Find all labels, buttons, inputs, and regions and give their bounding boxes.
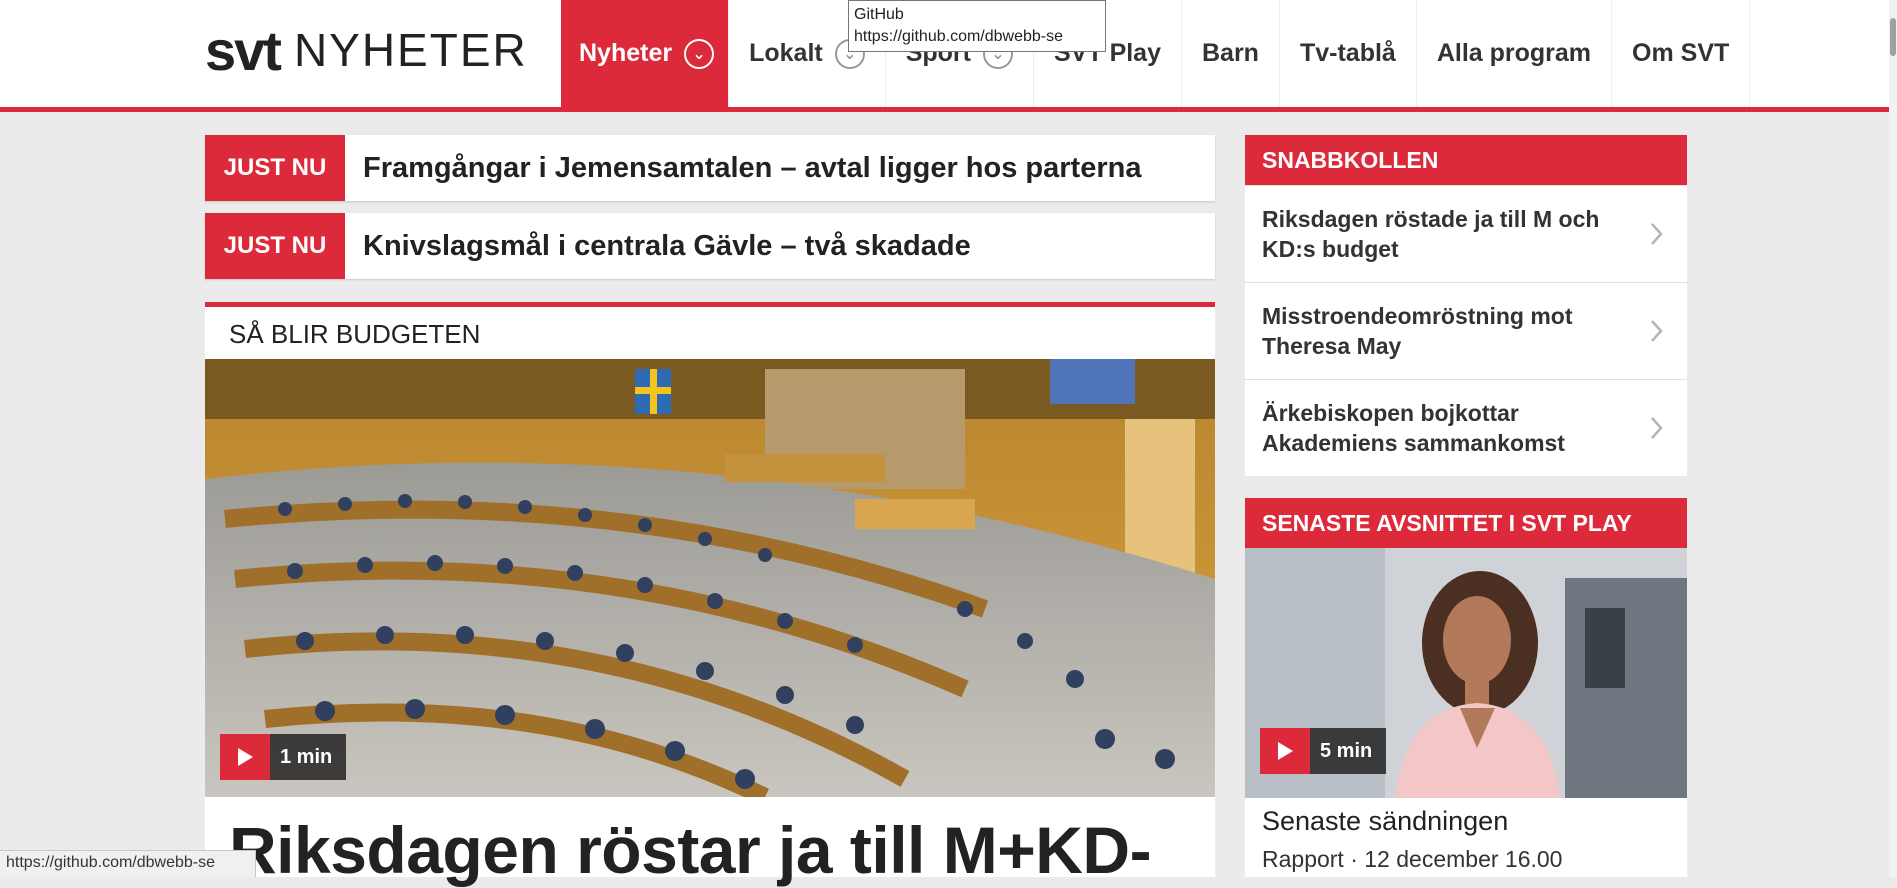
chevron-right-icon bbox=[1651, 223, 1663, 245]
snabbkollen-item-label: Riksdagen röstade ja till M och KD:s bud… bbox=[1262, 206, 1600, 262]
logo-section: NYHETER bbox=[293, 24, 528, 76]
article-kicker: SÅ BLIR BUDGETEN bbox=[229, 319, 481, 349]
feature-article[interactable]: SÅ BLIR BUDGETEN 1 min Riksdagen röstar … bbox=[205, 302, 1215, 887]
svt-play-heading: SENASTE AVSNITTET I SVT PLAY bbox=[1245, 498, 1687, 548]
nav-item-barn[interactable]: Barn bbox=[1182, 0, 1280, 107]
video-duration-badge[interactable]: 1 min bbox=[220, 734, 347, 780]
play-icon[interactable] bbox=[220, 734, 270, 780]
nav-label: Nyheter bbox=[579, 39, 673, 67]
video-duration: 5 min bbox=[1320, 739, 1373, 762]
chevron-right-icon bbox=[1651, 417, 1663, 439]
tooltip-title: GitHub bbox=[854, 6, 904, 23]
chevron-right-icon bbox=[1651, 320, 1663, 342]
snabbkollen-item[interactable]: Riksdagen röstade ja till M och KD:s bud… bbox=[1245, 185, 1687, 282]
svt-nyheter-logo[interactable]: svt NYHETER bbox=[205, 18, 528, 82]
snabbkollen-item-label: Misstroendeomröstning mot Theresa May bbox=[1262, 303, 1573, 359]
scrollbar-thumb[interactable] bbox=[1890, 18, 1896, 56]
snabbkollen-item[interactable]: Misstroendeomröstning mot Theresa May bbox=[1245, 282, 1687, 379]
logo-brand: svt bbox=[205, 18, 282, 82]
nav-label: Barn bbox=[1202, 39, 1259, 67]
episode-title[interactable]: Senaste sändningen bbox=[1262, 806, 1508, 837]
nav-label: Om SVT bbox=[1632, 39, 1730, 67]
snabbkollen-item-label: Ärkebiskopen bojkottar Akademiens samman… bbox=[1262, 400, 1565, 456]
browser-status-url: https://github.com/dbwebb-se bbox=[0, 850, 256, 877]
nav-item-om-svt[interactable]: Om SVT bbox=[1612, 0, 1751, 107]
just-nu-badge: JUST NU bbox=[205, 135, 345, 201]
snabbkollen-item[interactable]: Ärkebiskopen bojkottar Akademiens samman… bbox=[1245, 379, 1687, 476]
just-nu-headline[interactable]: Framgångar i Jemensamtalen – avtal ligge… bbox=[363, 152, 1141, 185]
main-nav: Nyheter ⌄ Lokalt ⌄ Sport ⌄ SVT Play Barn… bbox=[561, 0, 1751, 107]
svt-play-box: SENASTE AVSNITTET I SVT PLAY 5 min Senas… bbox=[1245, 498, 1687, 877]
just-nu-banner[interactable]: JUST NU Knivslagsmål i centrala Gävle – … bbox=[205, 213, 1215, 279]
nav-label: Alla program bbox=[1436, 39, 1592, 67]
just-nu-banner[interactable]: JUST NU Framgångar i Jemensamtalen – avt… bbox=[205, 135, 1215, 201]
link-tooltip: GitHub https://github.com/dbwebb-se bbox=[848, 0, 1106, 52]
nav-item-nyheter[interactable]: Nyheter ⌄ bbox=[561, 0, 730, 107]
riksdag-chamber-image[interactable]: 1 min bbox=[205, 359, 1215, 797]
chevron-down-icon[interactable]: ⌄ bbox=[684, 38, 715, 69]
play-icon[interactable] bbox=[1260, 728, 1310, 774]
just-nu-headline[interactable]: Knivslagsmål i centrala Gävle – två skad… bbox=[363, 230, 971, 263]
nav-item-alla-program[interactable]: Alla program bbox=[1417, 0, 1613, 107]
news-anchor-thumbnail[interactable]: 5 min bbox=[1245, 548, 1687, 798]
snabbkollen-box: SNABBKOLLEN Riksdagen röstade ja till M … bbox=[1245, 135, 1687, 476]
snabbkollen-heading: SNABBKOLLEN bbox=[1245, 135, 1687, 185]
tooltip-url: https://github.com/dbwebb-se bbox=[854, 28, 1064, 45]
page-scrollbar[interactable] bbox=[1889, 0, 1897, 877]
episode-meta: Rapport · 12 december 16.00 bbox=[1262, 846, 1563, 872]
nav-label: Tv-tablå bbox=[1299, 39, 1396, 67]
video-duration-badge[interactable]: 5 min bbox=[1260, 728, 1387, 774]
nav-label: Lokalt bbox=[749, 39, 823, 67]
riksdag-chamber-illustration bbox=[205, 359, 1215, 797]
nav-item-tv-tabla[interactable]: Tv-tablå bbox=[1280, 0, 1417, 107]
video-duration: 1 min bbox=[280, 745, 333, 768]
just-nu-badge: JUST NU bbox=[205, 213, 345, 279]
